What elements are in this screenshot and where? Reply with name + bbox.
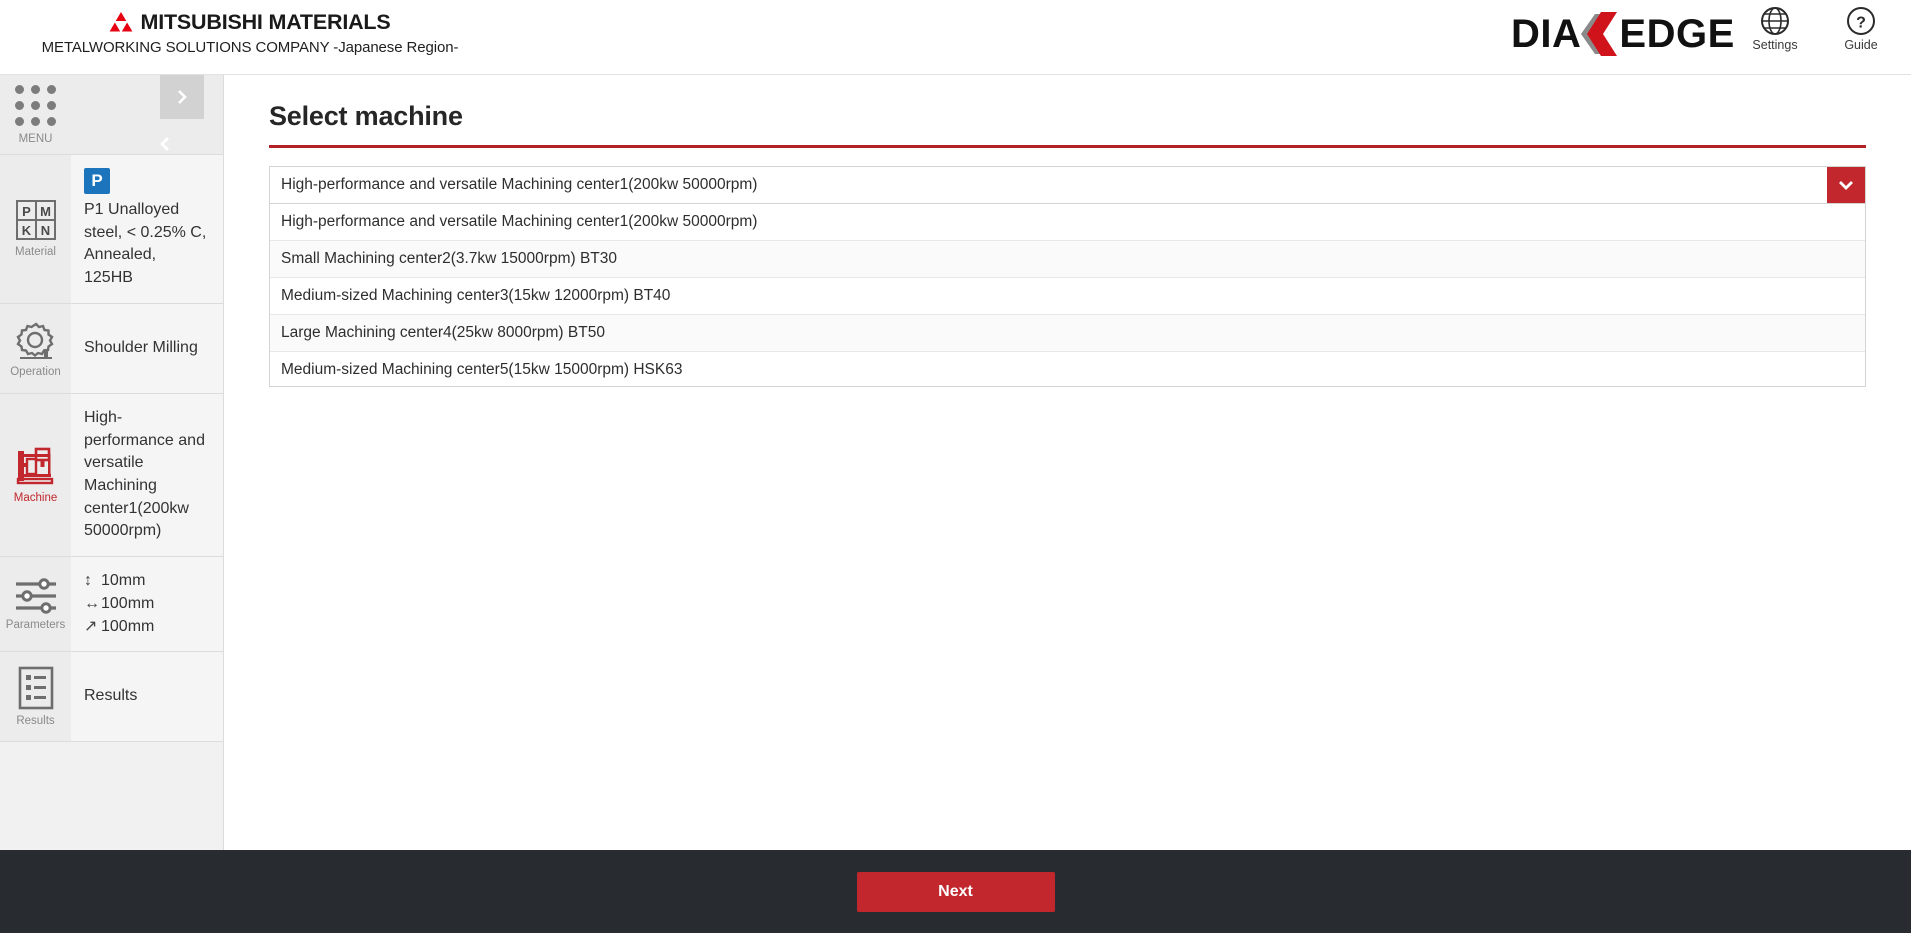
sidebar-item-material[interactable]: P M K N Material P P1 Unalloyed steel, <… xyxy=(0,155,223,304)
app-header: MITSUBISHI MATERIALS METALWORKING SOLUTI… xyxy=(0,0,1911,75)
parameters-body: ↕ 10mm ↔100mm ↗ 100mm xyxy=(71,557,223,652)
machine-icon xyxy=(16,447,53,484)
page-title: Select machine xyxy=(269,101,463,131)
results-body: Results xyxy=(71,652,223,742)
machine-label: Machine xyxy=(13,491,58,504)
guide-label: Guide xyxy=(1844,38,1878,52)
gear-icon xyxy=(15,322,54,359)
material-grade-badge: P xyxy=(84,168,110,194)
machine-select-value: High-performance and versatile Machining… xyxy=(281,176,758,193)
material-label: Material xyxy=(15,246,56,259)
guide-button[interactable]: ? Guide xyxy=(1833,6,1889,52)
brand-block: MITSUBISHI MATERIALS METALWORKING SOLUTI… xyxy=(0,10,500,56)
machine-options-list[interactable]: High-performance and versatile Machining… xyxy=(269,204,1866,387)
material-icon-cell: P M K N Material xyxy=(0,155,71,303)
operation-icon-cell: Operation xyxy=(0,303,71,393)
diaedge-logo: DIA EDGE xyxy=(1511,12,1735,56)
list-item[interactable]: Small Machining center2(3.7kw 15000rpm) … xyxy=(270,241,1865,278)
settings-button[interactable]: Settings xyxy=(1747,6,1803,52)
sidebar-item-results[interactable]: Results Results xyxy=(0,652,223,743)
menu-label: MENU xyxy=(18,132,53,145)
chevron-down-icon xyxy=(1839,181,1853,190)
sidebar-item-machine[interactable]: Machine High-performance and versatile M… xyxy=(0,393,223,558)
diaedge-arrow-icon xyxy=(1581,12,1618,56)
parameter-length: ↗ 100mm xyxy=(84,616,209,639)
title-underline xyxy=(269,145,1866,148)
sidebar-item-operation[interactable]: Operation Shoulder Milling xyxy=(0,303,223,394)
results-icon-cell: Results xyxy=(0,652,71,742)
machine-select: High-performance and versatile Machining… xyxy=(269,166,1866,387)
next-button[interactable]: Next xyxy=(856,871,1055,912)
parameter-width: ↔100mm xyxy=(84,593,209,616)
diaedge-logo-left: DIA xyxy=(1511,12,1582,56)
svg-text:N: N xyxy=(40,223,49,238)
sliders-icon xyxy=(15,578,56,614)
svg-text:K: K xyxy=(21,223,31,238)
sidebar: MENU P M K N Material P P1 Unalloyed ste… xyxy=(0,75,224,903)
diagonal-arrow-icon: ↗ xyxy=(84,617,98,635)
list-item[interactable]: Medium-sized Machining center5(15kw 1500… xyxy=(270,352,1865,386)
footer-bar: Next xyxy=(0,850,1911,933)
brand-name: MITSUBISHI MATERIALS xyxy=(140,10,391,34)
mitsubishi-logo-icon xyxy=(110,12,133,32)
sidebar-collapse-button[interactable] xyxy=(147,119,183,169)
vertical-arrow-icon: ↕ xyxy=(84,572,92,590)
header-tools: Settings ? Guide xyxy=(1747,6,1889,52)
settings-label: Settings xyxy=(1752,38,1798,52)
sidebar-item-parameters[interactable]: Parameters ↕ 10mm ↔100mm ↗ 100mm xyxy=(0,557,223,653)
svg-text:?: ? xyxy=(1856,15,1866,32)
machine-body: High-performance and versatile Machining… xyxy=(71,393,223,557)
machine-select-trigger[interactable]: High-performance and versatile Machining… xyxy=(269,166,1866,204)
machine-icon-cell: Machine xyxy=(0,393,71,557)
list-item[interactable]: High-performance and versatile Machining… xyxy=(270,204,1865,241)
results-list-icon xyxy=(18,667,53,710)
menu-icon-cell: MENU xyxy=(0,75,71,154)
parameters-label: Parameters xyxy=(5,618,66,631)
list-item[interactable]: Large Machining center4(25kw 8000rpm) BT… xyxy=(270,315,1865,352)
horizontal-arrow-icon: ↔ xyxy=(84,594,100,612)
svg-text:M: M xyxy=(40,204,51,219)
operation-label: Operation xyxy=(10,365,61,378)
parameters-icon-cell: Parameters xyxy=(0,557,71,652)
grid-dots-icon xyxy=(15,84,56,126)
chevron-left-icon xyxy=(160,137,169,151)
question-circle-icon: ? xyxy=(1847,7,1875,35)
results-label: Results xyxy=(16,715,55,728)
sidebar-expand-button[interactable] xyxy=(160,75,204,119)
svg-text:P: P xyxy=(22,204,31,219)
diaedge-logo-right: EDGE xyxy=(1619,12,1735,56)
list-item[interactable]: Medium-sized Machining center3(15kw 1200… xyxy=(270,278,1865,315)
operation-body: Shoulder Milling xyxy=(71,303,223,393)
material-description: P1 Unalloyed steel, < 0.25% C, Annealed,… xyxy=(84,201,207,287)
main-content: Select machine High-performance and vers… xyxy=(224,75,1911,850)
globe-icon xyxy=(1761,7,1789,35)
pmkn-grid-icon: P M K N xyxy=(15,200,56,241)
machine-select-toggle-button[interactable] xyxy=(1827,167,1865,203)
material-body: P P1 Unalloyed steel, < 0.25% C, Anneale… xyxy=(71,155,223,303)
parameter-depth: ↕ 10mm xyxy=(84,570,209,593)
chevron-right-icon xyxy=(178,90,187,104)
brand-subtitle: METALWORKING SOLUTIONS COMPANY -Japanese… xyxy=(41,39,459,56)
